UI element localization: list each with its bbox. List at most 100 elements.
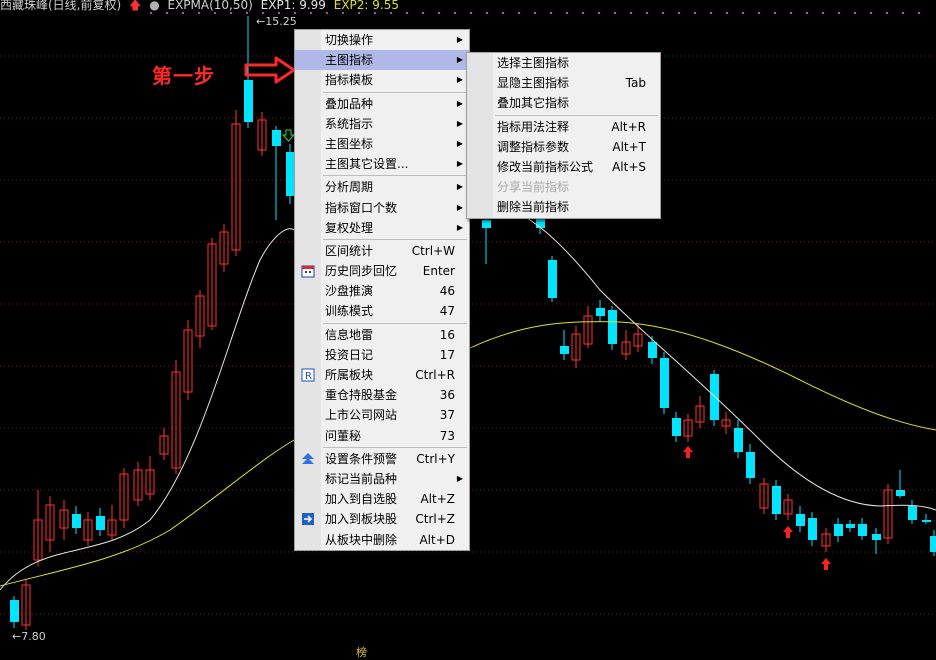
- grid-dot: [662, 12, 664, 14]
- submenu-arrow-icon: ▶: [456, 222, 463, 232]
- grid-dot: [806, 12, 808, 14]
- menu-item-23[interactable]: 问董秘 73: [295, 426, 469, 446]
- menu-item-28[interactable]: 加入到板块股 Ctrl+Z: [295, 509, 469, 529]
- buy-arrow-icon: [821, 558, 831, 570]
- grid-dot: [742, 12, 744, 14]
- menu-item-5[interactable]: 调整指标参数 Alt+T: [467, 137, 660, 157]
- candle-body: [930, 536, 936, 552]
- sell-arrow-icon: [281, 129, 296, 142]
- menu-item-11[interactable]: 复权处理 ▶: [295, 218, 469, 238]
- chart-context-menu: 切换操作 ▶ 主图指标 ▶ 指标模板 ▶ 叠加品种 ▶ 系统指示 ▶ 主图坐标 ▶ 主图其它设置... ▶…: [294, 29, 470, 551]
- grid-dot: [726, 12, 728, 14]
- menu-item-label: 主图坐标: [325, 136, 374, 151]
- menu-item-7: 分享当前指标: [467, 177, 660, 197]
- grid-dot: [214, 12, 216, 14]
- menu-item-5[interactable]: 系统指示 ▶: [295, 114, 469, 134]
- menu-item-label: 选择主图指标: [497, 56, 570, 70]
- menu-item-8[interactable]: 删除当前指标: [467, 197, 660, 217]
- candle-body: [734, 428, 743, 452]
- menu-item-shortcut: Ctrl+R: [415, 368, 455, 382]
- exp2-value: EXP2: 9.55: [333, 0, 399, 12]
- menu-item-29[interactable]: 从板块中删除 Alt+D: [295, 530, 469, 550]
- candle-body: [746, 452, 755, 478]
- menu-item-label: 删除当前指标: [497, 200, 570, 215]
- buy-arrow-icon: [683, 446, 693, 458]
- grid-dot: [342, 12, 344, 14]
- menu-item-21[interactable]: 重仓持股基金 36: [295, 385, 469, 405]
- menu-item-label: 调整指标参数: [497, 139, 570, 154]
- menu-item-22[interactable]: 上市公司网站 37: [295, 405, 469, 425]
- menu-item-7[interactable]: 主图其它设置... ▶: [295, 154, 469, 174]
- grid-dot: [630, 12, 632, 14]
- add-to-block-icon: [302, 513, 314, 526]
- menu-item-19[interactable]: 投资日记 17: [295, 345, 469, 365]
- menu-item-25[interactable]: 设置条件预警 Ctrl+Y: [295, 449, 469, 469]
- menu-item-1[interactable]: 主图指标 ▶: [295, 50, 469, 71]
- settings-circle-icon[interactable]: ●: [149, 0, 159, 12]
- menu-item-6[interactable]: 修改当前指标公式 Alt+S: [467, 157, 660, 177]
- grid-dot: [518, 12, 520, 14]
- menu-item-13[interactable]: 区间统计 Ctrl+W: [295, 241, 469, 261]
- submenu-arrow-icon: ▶: [456, 202, 463, 212]
- menu-item-shortcut: Ctrl+W: [411, 243, 455, 258]
- high-price-label: ←15.25: [256, 15, 297, 28]
- submenu-arrow-icon: ▶: [456, 118, 463, 128]
- submenu-arrow-icon: ▶: [456, 35, 463, 44]
- menu-item-20[interactable]: R 所属板块 Ctrl+R: [295, 365, 469, 385]
- candle-body: [922, 520, 931, 522]
- grid-dot: [694, 12, 696, 14]
- candle-body: [908, 506, 917, 520]
- candle-body: [872, 534, 881, 540]
- candle-body: [796, 514, 805, 526]
- menu-item-18[interactable]: 信息地雷 16: [295, 325, 469, 345]
- menu-item-0[interactable]: 选择主图指标: [467, 53, 660, 73]
- menu-item-15[interactable]: 沙盘推演 46: [295, 281, 469, 301]
- menu-item-label: 上市公司网站: [325, 408, 398, 423]
- menu-item-shortcut: Alt+Z: [420, 492, 455, 507]
- menu-item-4[interactable]: 叠加品种 ▶: [295, 94, 469, 114]
- menu-item-26[interactable]: 标记当前品种 ▶: [295, 469, 469, 489]
- grid-dot: [278, 12, 280, 14]
- submenu-arrow-icon: ▶: [456, 75, 463, 85]
- menu-item-10[interactable]: 指标窗口个数 ▶: [295, 198, 469, 218]
- menu-item-2[interactable]: 叠加其它指标: [467, 93, 660, 113]
- menu-item-27[interactable]: 加入到自选股 Alt+Z: [295, 489, 469, 509]
- menu-item-label: 分析周期: [325, 180, 374, 195]
- candle-body: [648, 342, 657, 358]
- menu-item-shortcut: Tab: [625, 76, 646, 91]
- grid-dot: [182, 12, 184, 14]
- up-arrow-icon: 🡅: [129, 0, 142, 12]
- menu-item-shortcut: 73: [439, 428, 455, 443]
- menu-item-label: 显隐主图指标: [497, 76, 570, 91]
- bottom-mark-label: 榜: [356, 646, 367, 659]
- menu-item-label: 叠加品种: [325, 96, 374, 111]
- candle-body: [72, 514, 81, 528]
- menu-item-0[interactable]: 切换操作 ▶: [295, 30, 469, 50]
- candle-body: [896, 490, 905, 496]
- grid-dot: [390, 12, 392, 14]
- menu-item-shortcut: Alt+R: [611, 119, 646, 134]
- menu-item-4[interactable]: 指标用法注释 Alt+R: [467, 117, 660, 137]
- grid-dot: [534, 12, 536, 14]
- grid-dot: [918, 12, 920, 14]
- menu-item-label: 投资日记: [325, 347, 374, 362]
- grid-dot: [198, 12, 200, 14]
- grid-dot: [374, 12, 376, 14]
- grid-dot: [710, 12, 712, 14]
- grid-dot: [598, 12, 600, 14]
- menu-item-14[interactable]: 历史同步回忆 Enter: [295, 261, 469, 281]
- menu-item-16[interactable]: 训练模式 47: [295, 301, 469, 321]
- calendar-icon: [301, 265, 315, 278]
- grid-dot: [502, 12, 504, 14]
- menu-item-shortcut: Ctrl+Y: [416, 451, 455, 466]
- menu-item-6[interactable]: 主图坐标 ▶: [295, 134, 469, 154]
- menu-item-1[interactable]: 显隐主图指标 Tab: [467, 73, 660, 93]
- menu-item-2[interactable]: 指标模板 ▶: [295, 70, 469, 90]
- menu-item-9[interactable]: 分析周期 ▶: [295, 177, 469, 197]
- menu-item-label: 指标窗口个数: [325, 200, 398, 215]
- step-arrow-icon: [244, 56, 296, 84]
- indicator-name[interactable]: EXPMA(10,50): [168, 0, 253, 12]
- candle-body: [846, 524, 855, 528]
- grid-dot: [822, 12, 824, 14]
- menu-item-shortcut: 16: [439, 327, 455, 342]
